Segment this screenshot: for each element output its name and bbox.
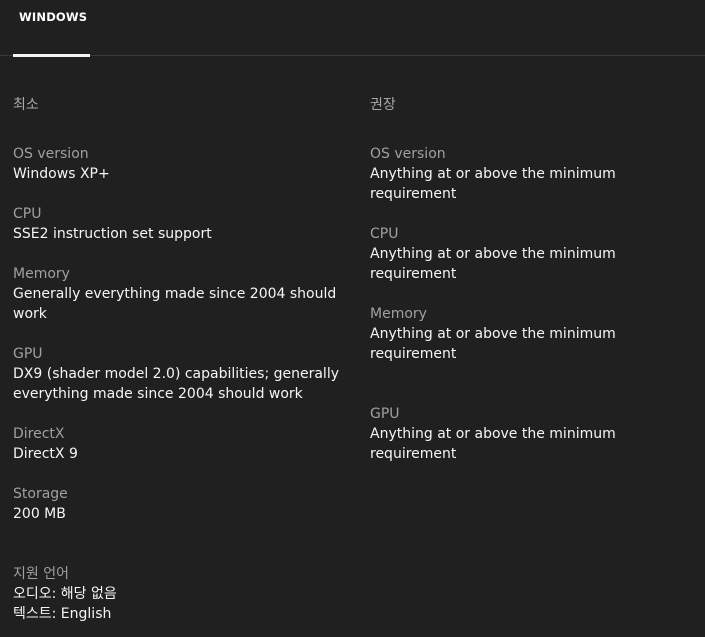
min-spec-os: OS version Windows XP+ — [13, 144, 343, 184]
spec-value: DX9 (shader model 2.0) capabilities; gen… — [13, 366, 339, 402]
audio-language: 오디오: 해당 없음 — [13, 586, 117, 602]
min-spec-memory: Memory Generally everything made since 2… — [13, 264, 343, 324]
spec-label: Memory — [13, 266, 70, 282]
spec-label: DirectX — [13, 426, 65, 442]
spec-label: GPU — [13, 346, 43, 362]
spec-label: Storage — [13, 486, 68, 502]
spec-value: DirectX 9 — [13, 446, 78, 462]
spec-label: OS version — [370, 146, 446, 162]
spec-value: Anything at or above the minimum require… — [370, 326, 616, 362]
spec-label: CPU — [370, 226, 399, 242]
languages-heading: 지원 언어 — [13, 566, 69, 582]
rec-spec-gpu: GPU Anything at or above the minimum req… — [370, 404, 700, 464]
active-tab-indicator — [13, 54, 90, 57]
platform-tab-bar: WINDOWS — [0, 0, 705, 57]
rec-spec-memory: Memory Anything at or above the minimum … — [370, 304, 700, 364]
spec-value: SSE2 instruction set support — [13, 226, 212, 242]
minimum-requirements-column: 최소 OS version Windows XP+ CPU SSE2 instr… — [13, 94, 343, 544]
spec-value: Anything at or above the minimum require… — [370, 246, 616, 282]
supported-languages: 지원 언어 오디오: 해당 없음 텍스트: English — [13, 564, 413, 624]
spec-value: Windows XP+ — [13, 166, 110, 182]
text-language: 텍스트: English — [13, 606, 112, 622]
spec-label: OS version — [13, 146, 89, 162]
spec-label: CPU — [13, 206, 42, 222]
min-spec-storage: Storage 200 MB — [13, 484, 343, 524]
tab-windows-label: WINDOWS — [19, 10, 88, 24]
minimum-heading: 최소 — [13, 97, 39, 113]
spec-value: Anything at or above the minimum require… — [370, 166, 616, 202]
recommended-requirements-column: 권장 OS version Anything at or above the m… — [370, 94, 700, 484]
spec-value: 200 MB — [13, 506, 66, 522]
spec-label: Memory — [370, 306, 427, 322]
spec-value: Generally everything made since 2004 sho… — [13, 286, 337, 322]
spec-value: Anything at or above the minimum require… — [370, 426, 616, 462]
min-spec-directx: DirectX DirectX 9 — [13, 424, 343, 464]
tab-windows[interactable]: WINDOWS — [13, 0, 90, 57]
recommended-heading: 권장 — [370, 97, 396, 113]
min-spec-gpu: GPU DX9 (shader model 2.0) capabilities;… — [13, 344, 343, 404]
rec-spec-cpu: CPU Anything at or above the minimum req… — [370, 224, 700, 284]
min-spec-cpu: CPU SSE2 instruction set support — [13, 204, 343, 244]
rec-spec-os: OS version Anything at or above the mini… — [370, 144, 700, 204]
spec-label: GPU — [370, 406, 400, 422]
